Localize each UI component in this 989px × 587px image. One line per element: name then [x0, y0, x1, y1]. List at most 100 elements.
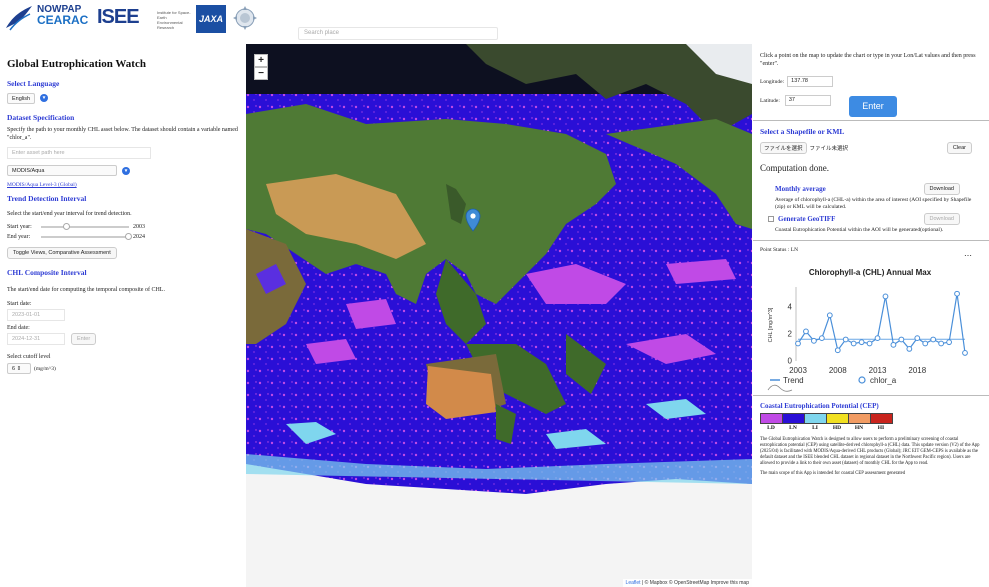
- chart-point: [946, 339, 952, 346]
- start-year-label: Start year:: [7, 224, 32, 230]
- longitude-row: Longitude: 137.78: [760, 76, 982, 87]
- toggle-views-button[interactable]: Toggle Views, Comparative Assessment: [7, 247, 117, 259]
- sensor-link[interactable]: MODIS/Aqua Level-3 (Global): [7, 182, 238, 188]
- geotiff-row: Generate GeoTIFF Download: [760, 213, 982, 225]
- cep-swatch-li: [804, 413, 827, 424]
- chart-point: [834, 347, 841, 354]
- legend-chlor-swatch: [858, 376, 866, 384]
- trend-text: Select the start/end year interval for t…: [7, 211, 132, 217]
- jaxa-logo: JAXA: [196, 5, 226, 33]
- chart-point: [811, 337, 817, 344]
- date-enter-button[interactable]: Enter: [71, 333, 97, 345]
- computation-status: Computation done.: [760, 163, 829, 173]
- cutoff-stepper[interactable]: 6 ⇕: [7, 363, 31, 374]
- chart-point: [906, 345, 913, 352]
- sensor-select[interactable]: MODIS/Aqua: [7, 165, 117, 176]
- map-view[interactable]: + − Leaflet | © Mapbox © OpenStreetMap I…: [246, 44, 752, 587]
- chart-point: [803, 328, 809, 335]
- end-date-label: End date:: [7, 325, 30, 331]
- longitude-input[interactable]: 137.78: [787, 76, 834, 87]
- chart-point: [842, 336, 849, 343]
- start-year-knob[interactable]: [63, 223, 70, 230]
- chart-xtick-label: 2013: [869, 366, 887, 375]
- geotiff-checkbox[interactable]: [768, 216, 774, 222]
- chart-point: [795, 340, 801, 347]
- cutoff-row: 6 ⇕ (mg/m^3): [7, 363, 238, 374]
- nowpap-bird-logo: [6, 6, 32, 31]
- attribution-text: | © Mapbox © OpenStreetMap Improve this …: [640, 580, 749, 586]
- select-language-heading: Select Language: [7, 79, 60, 88]
- nowpap-logo-text: NOWPAP CEARAC: [37, 5, 89, 27]
- latitude-input[interactable]: 37: [784, 95, 831, 106]
- sensor-chevron-icon[interactable]: ▾: [122, 166, 130, 175]
- choose-file-button[interactable]: ファイルを選択: [760, 142, 807, 154]
- chart-point: [930, 336, 937, 343]
- about-text: The Global Eutrophication Watch is desig…: [760, 437, 980, 466]
- start-year-row: Start year: 2003: [7, 223, 238, 231]
- cep-heading: Coastal Eutrophication Potential (CEP): [760, 402, 879, 410]
- start-date-label: Start date:: [7, 301, 32, 307]
- latitude-label: Latitude:: [760, 97, 780, 104]
- chart-ytick-label: 2: [788, 330, 793, 339]
- geotiff-label: Generate GeoTIFF: [778, 215, 836, 223]
- app-title: Global Eutrophication Watch: [7, 58, 146, 70]
- footer-text: The main scope of this App is intended f…: [760, 471, 906, 476]
- chart-legend: Trend chlor_a: [770, 376, 897, 385]
- download-geotiff-button[interactable]: Download: [923, 213, 960, 225]
- isee-subtitle: Institute for Space-Earth Environmental …: [157, 10, 191, 30]
- right-panel: Click a point on the map to update the c…: [753, 44, 989, 587]
- cep-label-hi: HI: [877, 425, 885, 431]
- chart-point: [914, 335, 921, 342]
- clear-button[interactable]: Clear: [946, 142, 972, 154]
- chart-point: [890, 341, 897, 348]
- download-average-button[interactable]: Download: [923, 183, 960, 195]
- monthly-avg-label: Monthly average: [775, 185, 826, 193]
- cep-legend-swatches: [760, 413, 982, 424]
- isee-logo: ISEE: [97, 6, 140, 28]
- cep-label-ld: LD: [767, 425, 775, 431]
- leaflet-link[interactable]: Leaflet: [626, 580, 641, 586]
- chart-point: [826, 312, 833, 319]
- cep-label-li: LI: [812, 425, 818, 431]
- chart-point: [898, 336, 905, 343]
- map-canvas[interactable]: [246, 44, 752, 587]
- chart-menu-icon[interactable]: ⋯: [964, 251, 972, 260]
- search-input[interactable]: Search place: [298, 27, 498, 40]
- zoom-in-button[interactable]: +: [254, 54, 268, 67]
- divider-1: [753, 120, 989, 121]
- start-year-slider[interactable]: [41, 223, 129, 230]
- legend-trend-label: Trend: [783, 376, 804, 385]
- divider-2: [753, 240, 989, 241]
- end-year-slider[interactable]: [41, 233, 132, 240]
- asset-path-input[interactable]: Enter asset path here: [7, 147, 151, 159]
- chart-xtick-label: 2003: [789, 366, 807, 375]
- australia-desert: [426, 366, 496, 419]
- cep-label-hd: HD: [832, 425, 842, 431]
- instruction-text: Click a point on the map to update the c…: [760, 53, 976, 67]
- cep-label-hn: HN: [854, 425, 864, 431]
- dataset-text: Specify the path to your monthly CHL ass…: [7, 127, 238, 141]
- chart-spinner-icon: [767, 384, 793, 392]
- chart-title: Chlorophyll-a (CHL) Annual Max: [809, 268, 932, 277]
- toggle-row: Toggle Views, Comparative Assessment: [7, 247, 238, 259]
- language-chevron-icon[interactable]: ▾: [40, 94, 49, 103]
- cutoff-value: 6: [12, 365, 16, 372]
- chart-point: [866, 340, 873, 347]
- end-date-input[interactable]: 2024-12-31: [7, 333, 65, 345]
- chart-point: [954, 290, 960, 297]
- cep-swatch-ln: [782, 413, 805, 424]
- zoom-out-button[interactable]: −: [254, 67, 268, 80]
- chart-ytick-label: 4: [788, 303, 793, 312]
- enter-button[interactable]: Enter: [849, 96, 897, 117]
- language-select[interactable]: English: [7, 93, 36, 104]
- cearac-label: CEARAC: [37, 13, 89, 27]
- start-date-input[interactable]: 2023-01-01: [7, 309, 65, 321]
- end-year-knob[interactable]: [125, 233, 132, 240]
- chart-point: [938, 340, 945, 347]
- cep-swatch-ld: [760, 413, 783, 424]
- chl-chart: Chlorophyll-a (CHL) Annual Max CHL [mg/m…: [767, 268, 968, 392]
- file-row: ファイルを選択 ファイル未選択 Clear: [760, 142, 982, 154]
- dataset-heading: Dataset Specification: [7, 113, 75, 122]
- language-row: English ▾: [7, 93, 238, 104]
- chart-point: [922, 340, 929, 347]
